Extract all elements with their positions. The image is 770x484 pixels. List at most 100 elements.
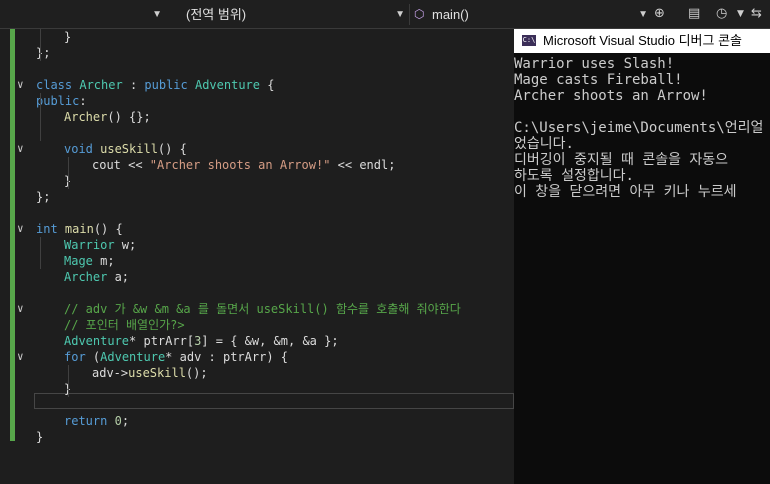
code-token: : (79, 94, 87, 108)
code-token: * ptrArr[ (129, 334, 195, 348)
cube-icon: ⬡ (414, 7, 425, 21)
code-token: }; (36, 46, 51, 60)
code-token: main (64, 222, 94, 236)
console-title: Microsoft Visual Studio 디버그 콘솔 (543, 33, 743, 48)
scope-combo[interactable]: (전역 범위) ▼ (170, 4, 410, 25)
code-line: adv->useSkill(); (92, 365, 208, 381)
code-token: () { (93, 222, 123, 236)
code-token: () { (157, 142, 187, 156)
code-token: cout << (92, 158, 150, 172)
code-line: void useSkill() { (64, 141, 187, 157)
code-token: Mage (64, 254, 93, 268)
code-editor[interactable]: }}; ∨ class Archer : public Adventure {pub… (0, 29, 514, 484)
console-line: 었습니다. (514, 136, 574, 152)
code-line: Mage m; (64, 253, 115, 269)
debug-console-window[interactable]: C:\ Microsoft Visual Studio 디버그 콘솔 Warri… (514, 29, 770, 484)
code-token: useSkill (128, 366, 186, 380)
console-line: Mage casts Fireball! (514, 72, 683, 88)
code-line: return 0; (64, 413, 129, 429)
current-line-highlight (34, 393, 514, 409)
indent-guide (68, 365, 69, 397)
code-token: Archer (79, 78, 123, 92)
code-token: adv-> (92, 366, 129, 380)
code-token: // adv 가 &w &m &a 를 돌면서 useSkill() 함수를 호… (64, 302, 461, 316)
console-title-bar[interactable]: C:\ Microsoft Visual Studio 디버그 콘솔 (514, 29, 770, 53)
code-line: } (64, 29, 71, 45)
code-token: for (64, 350, 93, 364)
code-token: Archer (64, 110, 108, 124)
chevron-down-icon[interactable]: ∨ (17, 141, 29, 157)
scope-combo-label: (전역 범위) (186, 7, 247, 22)
document-icon[interactable]: ▤ (688, 6, 700, 21)
code-token: return (64, 414, 115, 428)
split-icon[interactable]: ⊕ (654, 6, 665, 21)
console-line: C:\Users\jeime\Documents\언리얼 (514, 120, 764, 136)
code-token: ] = { &w, &m, &a }; (201, 334, 339, 348)
console-line: Warrior uses Slash! (514, 56, 675, 72)
code-token: w; (114, 238, 137, 252)
navigation-bar: ▼ (전역 범위) ▼ ⬡ main() ▼ ⊕ ▤ ◷ ▼ ⇆ (0, 0, 770, 29)
code-line: Archer a; (64, 269, 129, 285)
code-line: }; (36, 189, 50, 205)
code-line: } (36, 429, 43, 445)
code-token: * adv : ptrArr) { (165, 350, 288, 364)
code-token: "Archer shoots an Arrow!" (149, 158, 331, 172)
chevron-down-icon[interactable]: ∨ (17, 221, 29, 237)
chevron-down-icon[interactable]: ∨ (17, 301, 29, 317)
code-token: Adventure (194, 78, 261, 92)
code-token: public (144, 78, 195, 92)
code-line: Warrior w; (64, 237, 136, 253)
project-combo[interactable]: ▼ (0, 4, 166, 25)
console-line: 하도록 설정합니다. (514, 168, 634, 184)
code-line: int main() { (36, 221, 123, 237)
chevron-down-icon[interactable]: ▼ (737, 9, 744, 19)
indent-guide (68, 157, 69, 189)
code-line: class Archer : public Adventure { (36, 77, 274, 93)
code-token: }; (36, 190, 51, 204)
member-combo[interactable]: ⬡ main() ▼ (412, 4, 652, 25)
chevron-down-icon[interactable]: ∨ (17, 349, 29, 365)
chevron-down-icon[interactable]: ∨ (17, 77, 29, 93)
code-line: public: (36, 93, 87, 109)
code-token: class (36, 78, 80, 92)
indent-guide (40, 237, 41, 269)
code-token: } (36, 430, 44, 444)
swap-icon[interactable]: ⇆ (751, 6, 762, 21)
member-combo-label: main() (432, 7, 469, 22)
code-line: }; (36, 45, 50, 61)
code-token: 0 (114, 414, 122, 428)
history-icon[interactable]: ◷ (716, 6, 727, 21)
code-token: Archer (64, 270, 108, 284)
chevron-down-icon: ▼ (638, 9, 648, 20)
console-line: 디버깅이 중지될 때 콘솔을 자동으 (514, 152, 729, 168)
console-line: Archer shoots an Arrow! (514, 88, 708, 104)
indent-guide (40, 29, 41, 61)
code-token: } (64, 30, 72, 44)
code-token: () {}; (107, 110, 151, 124)
indent-guide (40, 93, 41, 141)
code-token: // 포인터 배열인가?> (64, 318, 185, 332)
change-indicator (10, 29, 15, 441)
code-line: // adv 가 &w &m &a 를 돌면서 useSkill() 함수를 호… (64, 301, 461, 317)
code-token: useSkill (100, 142, 158, 156)
code-token: ; (121, 414, 130, 428)
code-line: // 포인터 배열인가?> (64, 317, 185, 333)
code-token: a; (107, 270, 130, 284)
code-token: public (36, 94, 80, 108)
code-token: void (64, 142, 101, 156)
console-app-icon: C:\ (522, 35, 536, 46)
code-line: for (Adventure* adv : ptrArr) { (64, 349, 288, 365)
chevron-down-icon: ▼ (395, 9, 405, 20)
code-line: cout << "Archer shoots an Arrow!" << end… (92, 157, 395, 173)
code-token: int (36, 222, 65, 236)
code-token: << endl; (330, 158, 396, 172)
code-token: { (260, 78, 275, 92)
code-token: Warrior (64, 238, 115, 252)
code-line: Adventure* ptrArr[3] = { &w, &m, &a }; (64, 333, 339, 349)
code-token: m; (92, 254, 115, 268)
chevron-down-icon: ▼ (152, 9, 162, 20)
code-token: : (122, 78, 145, 92)
code-token: (); (185, 366, 208, 380)
code-token: Adventure (64, 334, 130, 348)
code-token: Adventure (100, 350, 166, 364)
